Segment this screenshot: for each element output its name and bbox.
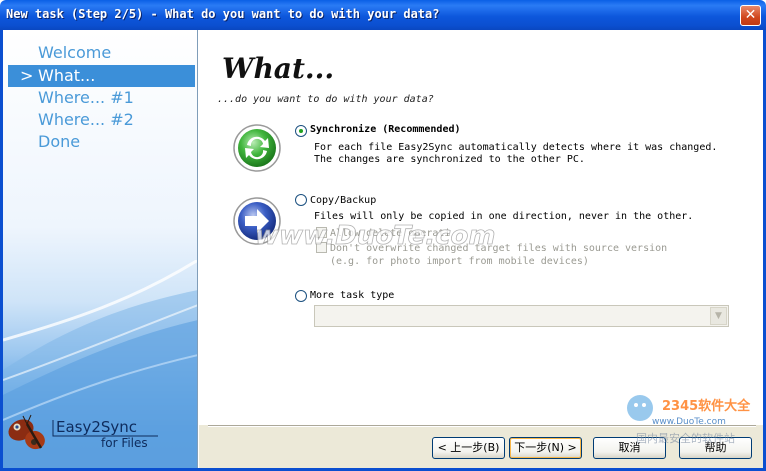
copy-backup-label[interactable]: Copy/Backup [310, 195, 376, 206]
copy-backup-description: Files will only be copied in one directi… [314, 211, 694, 222]
no-overwrite-hint: (e.g. for photo import from mobile devic… [330, 256, 589, 267]
page-subtitle: ...do you want to do with your data? [217, 94, 434, 105]
no-overwrite-label: Don't overwrite changed target files wit… [330, 243, 668, 254]
more-task-type-radio[interactable] [295, 290, 307, 302]
page-title: What... [222, 52, 335, 85]
logo-subtitle: for Files [101, 436, 148, 450]
allow-delete-label: Allow delete operati [330, 228, 451, 239]
button-bar-separator [208, 425, 756, 427]
chevron-down-icon[interactable]: ▼ [710, 307, 727, 325]
wizard-sidebar: Welcome > What... Where... #1 Where... #… [3, 30, 198, 468]
current-step-arrow: > [20, 66, 34, 85]
task-type-select[interactable]: ▼ [314, 305, 729, 327]
synchronize-description-2: The changes are synchronized to the othe… [314, 154, 585, 165]
more-task-type-label[interactable]: More task type [310, 290, 394, 301]
close-button[interactable]: ✕ [740, 5, 761, 26]
arrow-right-icon [233, 197, 281, 245]
back-button[interactable]: < 上一步(B) [432, 437, 505, 459]
nav-item-what-label: What... [38, 66, 96, 85]
nav-item-where-1[interactable]: Where... #1 [8, 87, 195, 109]
synchronize-label[interactable]: Synchronize (Recommended) [310, 124, 461, 135]
copy-backup-radio[interactable] [295, 194, 307, 206]
nav-item-what[interactable]: > What... [8, 65, 195, 87]
content-area [199, 30, 763, 425]
allow-delete-checkbox[interactable] [316, 227, 327, 238]
synchronize-radio[interactable] [295, 125, 307, 137]
nav-item-where-2[interactable]: Where... #2 [8, 109, 195, 131]
nav-item-done[interactable]: Done [8, 131, 195, 153]
title-bar[interactable]: New task (Step 2/5) - What do you want t… [0, 0, 766, 30]
nav-item-welcome[interactable]: Welcome [8, 42, 195, 64]
help-button[interactable]: 帮助 [679, 437, 752, 459]
sync-arrows-icon [233, 124, 281, 172]
window-title: New task (Step 2/5) - What do you want t… [6, 7, 440, 21]
no-overwrite-checkbox[interactable] [316, 242, 327, 253]
logo-name: Easy2Sync [56, 418, 138, 436]
cancel-button[interactable]: 取消 [593, 437, 666, 459]
next-button[interactable]: 下一步(N) > [509, 437, 582, 459]
